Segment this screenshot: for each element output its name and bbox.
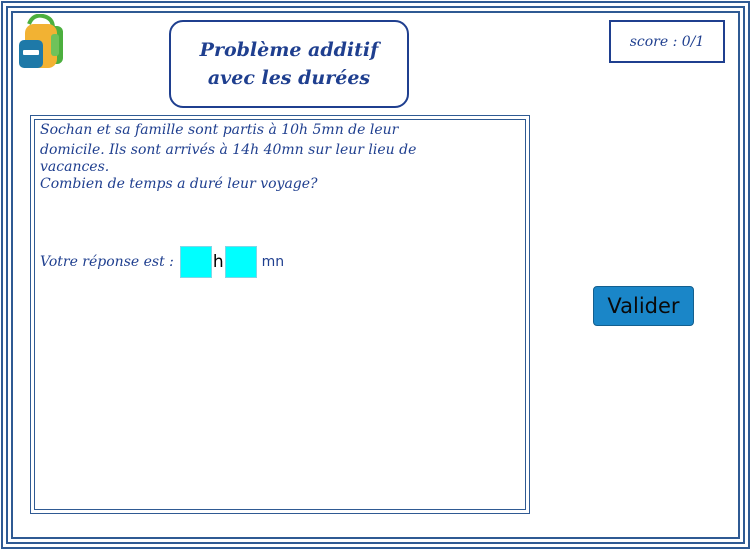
minutes-input[interactable] — [224, 246, 257, 278]
question-panel: Sochan et sa famille sont partis à 10h 5… — [30, 115, 530, 514]
answer-row: Votre réponse est : h mn — [40, 245, 284, 279]
minutes-unit: mn — [261, 254, 285, 270]
question-line-1: Sochan et sa famille sont partis à 10h 5… — [40, 122, 399, 138]
question-line-3: vacances. — [40, 159, 110, 175]
title-line-2: avec les durées — [207, 67, 371, 89]
title-line-1: Problème additif — [199, 39, 379, 61]
answer-label: Votre réponse est : — [40, 254, 174, 270]
score-badge: score : 0/1 — [609, 20, 725, 63]
question-line-2: domicile. Ils sont arrivés à 14h 40mn su… — [40, 142, 417, 158]
score-text: score : 0/1 — [629, 33, 705, 50]
backpack-icon — [19, 14, 63, 68]
hours-input[interactable] — [179, 246, 212, 278]
validate-button[interactable]: Valider — [593, 286, 694, 326]
question-text: Sochan et sa famille sont partis à 10h 5… — [40, 122, 500, 193]
hours-unit: h — [212, 252, 224, 272]
title-box: Problème additif avec les durées — [169, 20, 409, 108]
page-title: Problème additif avec les durées — [200, 36, 379, 92]
question-line-4: Combien de temps a duré leur voyage? — [40, 176, 318, 192]
